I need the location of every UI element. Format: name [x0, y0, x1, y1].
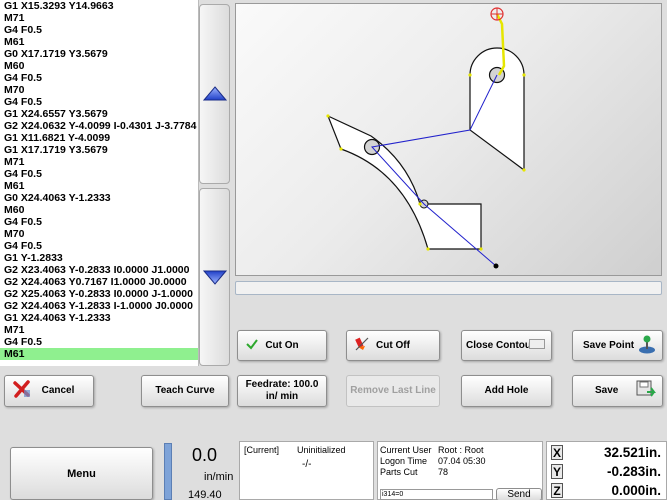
current-user-value: Root : Root — [438, 445, 484, 455]
add-hole-button[interactable]: Add Hole — [461, 375, 552, 407]
torch-marker-icon — [490, 7, 504, 21]
gcode-line[interactable]: G0 X17.1719 Y3.5679 — [0, 48, 198, 60]
y-axis-label: Y — [551, 464, 563, 479]
z-coordinate-row: Z 0.000in. — [551, 483, 661, 498]
save-icon — [636, 380, 656, 402]
gcode-line[interactable]: G4 F0.5 — [0, 96, 198, 108]
gcode-line[interactable]: G4 F0.5 — [0, 168, 198, 180]
remove-last-line-button[interactable]: Remove Last Line — [346, 375, 440, 407]
logon-time-value: 07.04 05:30 — [438, 456, 486, 466]
x-coordinate-row: X 32.521in. — [551, 445, 661, 460]
gcode-line[interactable]: M71 — [0, 324, 198, 336]
cut-off-label: Cut Off — [376, 339, 410, 351]
save-label: Save — [595, 385, 619, 396]
arrow-down-icon — [202, 270, 227, 285]
parts-cut-value: 78 — [438, 467, 449, 477]
feed-gauge-bar — [164, 443, 172, 500]
gcode-line[interactable]: M70 — [0, 84, 198, 96]
canvas-horizontal-scrollbar[interactable] — [235, 281, 662, 295]
torch-off-icon — [355, 337, 369, 355]
save-point-label: Save Point — [583, 339, 635, 351]
cut-on-button[interactable]: Cut On — [237, 330, 327, 361]
gcode-line[interactable]: M61 — [0, 348, 198, 360]
send-label: Send — [507, 488, 531, 500]
coordinates-panel: X 32.521in. Y -0.283in. Z 0.000in. — [546, 441, 667, 500]
gcode-line[interactable]: G4 F0.5 — [0, 72, 198, 84]
gcode-line[interactable]: G4 F0.5 — [0, 24, 198, 36]
gcode-line[interactable]: G1 X24.4063 Y-1.2333 — [0, 312, 198, 324]
teach-curve-button[interactable]: Teach Curve — [141, 375, 229, 407]
feed-secondary-value: 149.40 — [188, 489, 222, 500]
save-button[interactable]: Save — [572, 375, 663, 407]
gcode-line[interactable]: M71 — [0, 12, 198, 24]
arrow-up-icon — [202, 86, 227, 101]
gcode-line[interactable]: G1 X24.6557 Y3.5679 — [0, 108, 198, 120]
save-point-button[interactable]: Save Point — [572, 330, 663, 361]
cancel-button[interactable]: Cancel — [4, 375, 94, 407]
cut-on-label: Cut On — [265, 339, 299, 351]
scroll-down-button[interactable] — [199, 188, 230, 366]
gcode-line[interactable]: G1 X17.1719 Y3.5679 — [0, 144, 198, 156]
x-axis-label: X — [551, 445, 563, 460]
gcode-line[interactable]: M71 — [0, 156, 198, 168]
x-axis-value: 32.521in. — [603, 445, 661, 460]
current-state: Uninitialized — [297, 445, 346, 455]
z-axis-value: 0.000in. — [611, 483, 661, 498]
gcode-line[interactable]: G2 X24.4063 Y0.7167 I1.0000 J0.0000 — [0, 276, 198, 288]
toggle-icon — [529, 338, 545, 353]
add-hole-label: Add Hole — [484, 385, 529, 396]
gcode-line[interactable]: M61 — [0, 36, 198, 48]
current-sub: -/- — [302, 459, 312, 470]
gcode-line[interactable]: G4 F0.5 — [0, 336, 198, 348]
gcode-line[interactable]: G2 X23.4063 Y-0.2833 I0.0000 J1.0000 — [0, 264, 198, 276]
z-axis-label: Z — [551, 483, 563, 498]
menu-button[interactable]: Menu — [10, 447, 153, 500]
cut-off-button[interactable]: Cut Off — [346, 330, 440, 361]
gcode-line[interactable]: G1 X15.3293 Y14.9663 — [0, 0, 198, 12]
gcode-line[interactable]: G0 X24.4063 Y-1.2333 — [0, 192, 198, 204]
gcode-list[interactable]: G1 X15.3293 Y14.9663 M71 G4 F0.5 M61 G0 X17.… — [0, 0, 199, 366]
gcode-line[interactable]: M70 — [0, 228, 198, 240]
end-point-marker — [493, 263, 499, 269]
gcode-line[interactable]: G4 F0.5 — [0, 216, 198, 228]
remove-last-line-label: Remove Last Line — [350, 385, 436, 396]
gcode-line[interactable]: G4 F0.5 — [0, 240, 198, 252]
user-info-panel: Current User Root : Root Logon Time 07.0… — [377, 441, 543, 500]
gcode-line[interactable]: M60 — [0, 204, 198, 216]
feedrate-label: Feedrate: 100.0 in/ min — [245, 379, 319, 402]
gcode-line[interactable]: G1 Y-1.2833 — [0, 252, 198, 264]
y-coordinate-row: Y -0.283in. — [551, 464, 661, 479]
checkmark-icon — [246, 338, 258, 354]
scroll-up-button[interactable] — [199, 4, 230, 184]
y-axis-value: -0.283in. — [606, 464, 661, 479]
joystick-icon — [638, 334, 656, 358]
gcode-line[interactable]: M60 — [0, 60, 198, 72]
gcode-line[interactable]: G2 X24.4063 Y-1.2833 I-1.0000 J0.0000 — [0, 300, 198, 312]
feed-value: 0.0 — [192, 445, 218, 465]
command-input-value: i314=0 — [382, 491, 404, 498]
current-user-label: Current User — [380, 445, 432, 455]
feedrate-button[interactable]: Feedrate: 100.0 in/ min — [237, 375, 327, 407]
current-label: [Current] — [244, 445, 280, 455]
gcode-line[interactable]: G2 X24.0632 Y-4.0099 I-0.4301 J-3.7784 — [0, 120, 198, 132]
gcode-line[interactable]: G1 X11.6821 Y-4.0099 — [0, 132, 198, 144]
part-outline-tab — [469, 47, 525, 172]
close-contour-button[interactable]: Close Contour — [461, 330, 552, 361]
gcode-line[interactable]: M61 — [0, 180, 198, 192]
feed-unit: in/min — [204, 471, 234, 483]
parts-cut-label: Parts Cut — [380, 467, 418, 477]
cancel-label: Cancel — [41, 385, 75, 396]
part-preview-canvas[interactable] — [235, 3, 662, 276]
logon-time-label: Logon Time — [380, 456, 428, 466]
command-input[interactable]: i314=0 — [380, 489, 493, 500]
close-contour-label: Close Contour — [466, 339, 535, 351]
teach-curve-label: Teach Curve — [155, 385, 215, 396]
menu-label: Menu — [67, 467, 96, 480]
x-icon — [13, 380, 31, 402]
gcode-line[interactable]: G2 X25.4063 Y-0.2833 I0.0000 J-1.0000 — [0, 288, 198, 300]
state-panel: [Current] Uninitialized -/- — [239, 441, 374, 500]
send-button[interactable]: Send — [496, 488, 542, 500]
feed-readout: 0.0 in/min 149.40 — [172, 443, 236, 500]
